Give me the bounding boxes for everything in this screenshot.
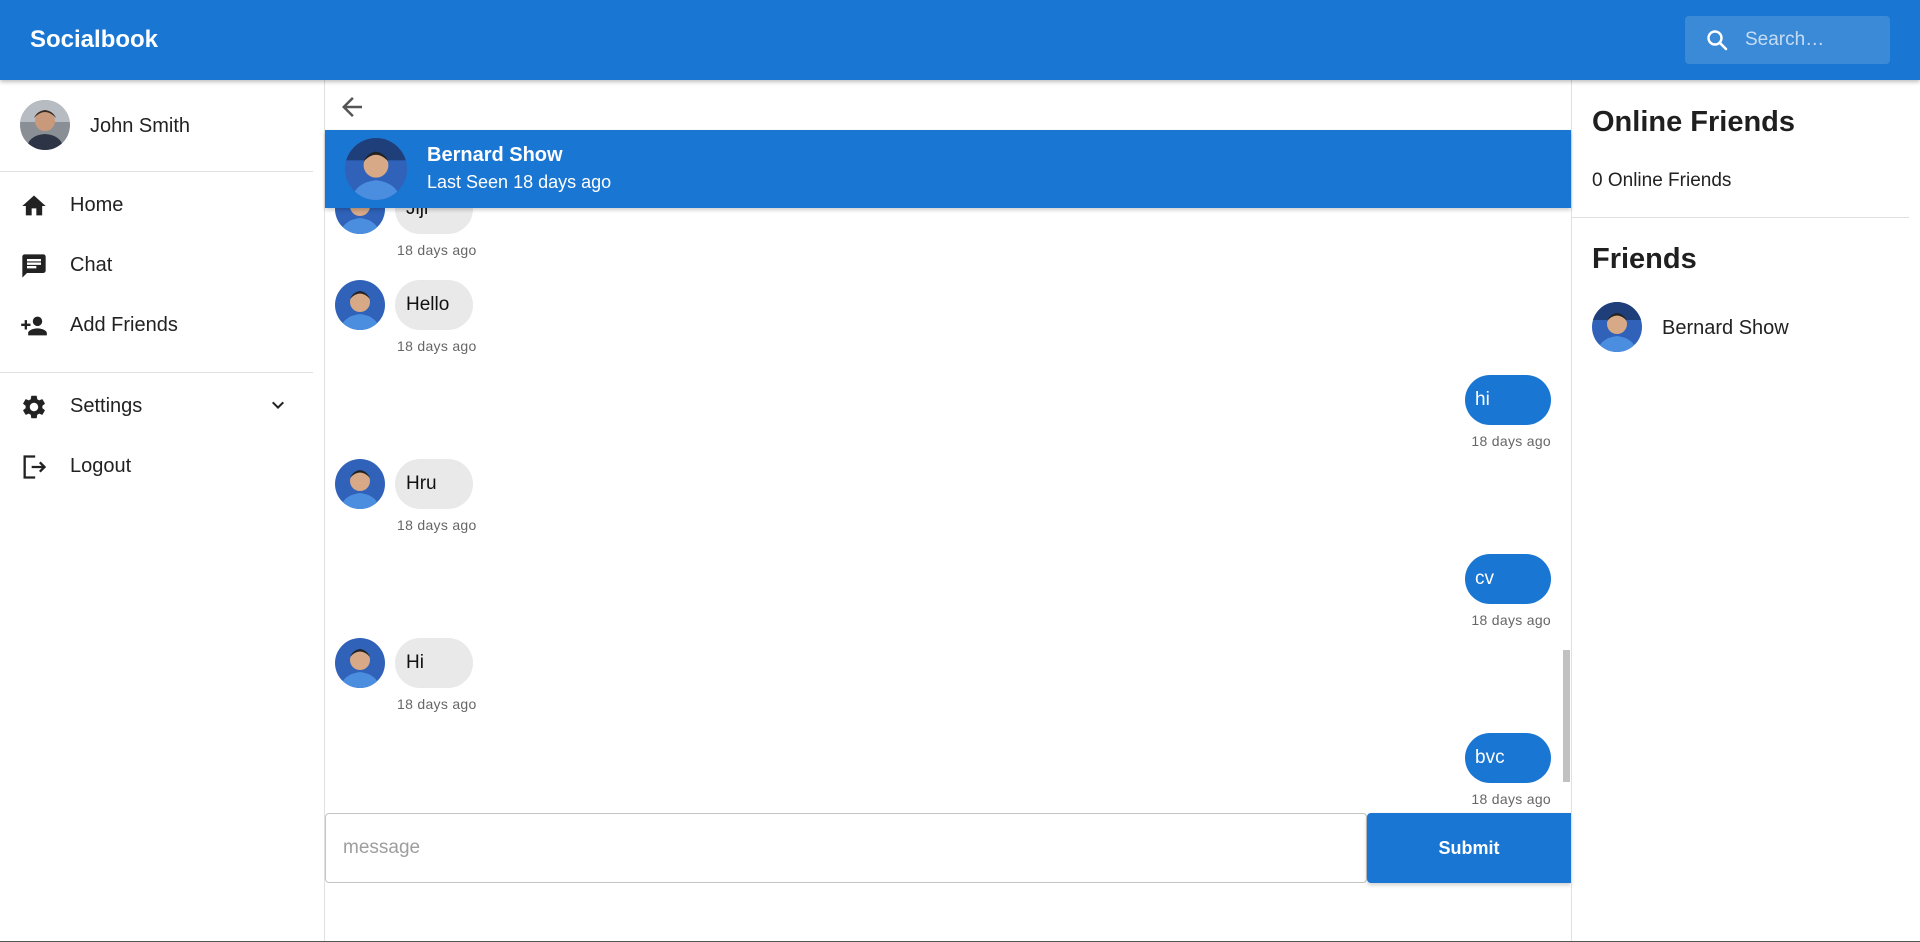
message-bubble: Hello	[395, 280, 473, 330]
message-bubble: Jiji	[395, 208, 473, 234]
message-time: 18 days ago	[397, 517, 477, 533]
message-bubble: Hru	[395, 459, 473, 509]
contact-avatar	[335, 208, 385, 234]
user-avatar	[20, 100, 70, 150]
friend-name: Bernard Show	[1662, 317, 1789, 339]
logout-icon	[23, 455, 47, 479]
brand-title[interactable]: Socialbook	[30, 26, 158, 54]
sidebar-item-logout[interactable]: Logout	[0, 439, 313, 491]
message-incoming: Hi 18 days ago	[335, 638, 635, 718]
message-composer: Submit	[325, 813, 1571, 883]
chat-panel: Bernard Show Last Seen 18 days ago Jiji …	[325, 80, 1571, 942]
sidebar-item-label: Add Friends	[70, 314, 178, 336]
message-scrollbar[interactable]	[1562, 208, 1571, 890]
search-input[interactable]	[1745, 16, 1885, 64]
sidebar-item-add-friends[interactable]: Add Friends	[0, 298, 313, 350]
scrollbar-thumb[interactable]	[1563, 650, 1570, 782]
online-friends-count: 0 Online Friends	[1592, 170, 1732, 191]
contact-avatar	[335, 280, 385, 330]
message-bubble: Hi	[395, 638, 473, 688]
message-bubble: cv	[1465, 554, 1551, 604]
left-sidebar: John Smith Home Chat Add Friends Setting…	[0, 80, 325, 942]
contact-avatar	[335, 459, 385, 509]
submit-button[interactable]: Submit	[1367, 813, 1571, 883]
sidebar-item-label: Settings	[70, 395, 143, 417]
sidebar-item-label: Chat	[70, 254, 113, 276]
message-time: 18 days ago	[1471, 791, 1551, 807]
message-time: 18 days ago	[397, 242, 477, 258]
friend-avatar	[1592, 302, 1642, 352]
message-input[interactable]	[325, 813, 1367, 883]
user-profile[interactable]: John Smith	[20, 100, 310, 152]
message-time: 18 days ago	[1471, 433, 1551, 449]
chat-header[interactable]: Bernard Show Last Seen 18 days ago	[325, 130, 1571, 208]
message-incoming: Hru 18 days ago	[335, 459, 635, 539]
message-outgoing: hi 18 days ago	[1225, 375, 1551, 455]
message-outgoing: bvc 18 days ago	[1225, 733, 1551, 813]
add-friend-icon	[21, 316, 47, 336]
right-panel: Online Friends 0 Online Friends Friends …	[1571, 80, 1920, 942]
chevron-down-icon[interactable]	[266, 393, 290, 417]
contact-name: Bernard Show	[427, 144, 563, 166]
last-seen-status: Last Seen 18 days ago	[427, 172, 612, 192]
sidebar-item-settings[interactable]: Settings	[0, 379, 313, 431]
sidebar-item-chat[interactable]: Chat	[0, 238, 313, 290]
user-name: John Smith	[90, 115, 191, 137]
contact-avatar	[345, 138, 407, 200]
search-icon	[1707, 30, 1728, 51]
message-incoming: Hello 18 days ago	[335, 280, 635, 360]
sidebar-item-home[interactable]: Home	[0, 178, 313, 230]
friend-item[interactable]: Bernard Show	[1592, 302, 1892, 354]
message-incoming: Jiji 18 days ago	[335, 208, 635, 264]
sidebar-divider	[0, 372, 313, 373]
sidebar-divider	[0, 171, 313, 172]
message-time: 18 days ago	[397, 338, 477, 354]
friends-title: Friends	[1592, 243, 1697, 275]
message-outgoing: cv 18 days ago	[1225, 554, 1551, 634]
sidebar-item-label: Logout	[70, 455, 132, 477]
right-divider	[1572, 217, 1909, 218]
online-friends-title: Online Friends	[1592, 106, 1796, 138]
message-time: 18 days ago	[1471, 612, 1551, 628]
sidebar-item-label: Home	[70, 194, 124, 216]
gear-icon	[23, 395, 45, 419]
chat-icon	[22, 254, 46, 278]
message-bubble: hi	[1465, 375, 1551, 425]
message-bubble: bvc	[1465, 733, 1551, 783]
contact-avatar	[335, 638, 385, 688]
app-bar: Socialbook	[0, 0, 1920, 80]
search-box[interactable]	[1685, 16, 1890, 64]
message-list[interactable]: Jiji 18 days ago Hello 18 days ago hi 18…	[325, 208, 1571, 890]
message-time: 18 days ago	[397, 696, 477, 712]
home-icon	[22, 195, 46, 216]
back-arrow-icon[interactable]	[337, 92, 367, 122]
